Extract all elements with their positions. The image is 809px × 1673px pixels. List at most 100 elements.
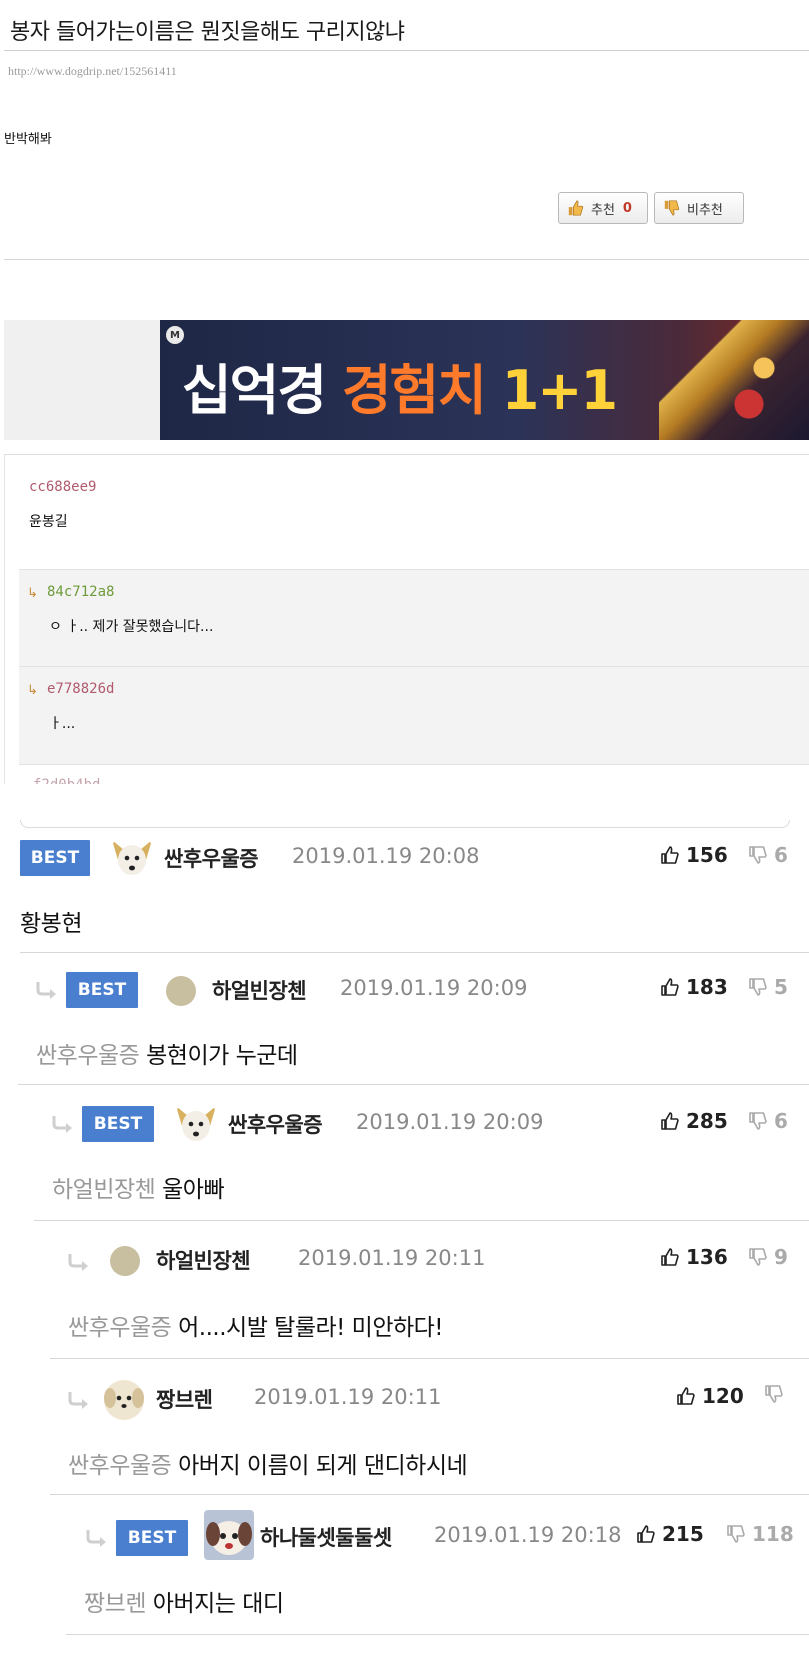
comment-author[interactable]: e778826d [47,681,114,697]
comment-author[interactable]: 84c712a8 [47,584,114,600]
ad-banner[interactable]: M 십억경 경험치 1+1 [160,320,809,440]
comment-nickname[interactable]: 하얼빈장첸 [156,1245,251,1275]
like-count: 156 [686,843,728,867]
best-badge: BEST [20,840,90,876]
comment-nickname[interactable]: 하얼빈장첸 [212,975,307,1005]
like-button[interactable]: 285 [660,1109,728,1133]
like-count: 215 [662,1522,704,1546]
thumbs-down-icon [749,978,767,996]
comment-text: 윤봉길 [29,514,68,530]
dislike-count: 5 [774,975,788,999]
reply-arrow-icon: ↳ [27,683,38,698]
dislike-count: 118 [752,1522,794,1546]
reply-arrow-icon [52,1116,72,1133]
comment-mention[interactable]: 싼후우울증 [68,1315,172,1341]
thumbs-down-icon [749,1248,767,1266]
comment-text: 아버지는 대디 [152,1591,284,1617]
banner-word-3: 1+1 [501,359,618,422]
thumbs-down-icon [727,1525,745,1543]
comment-text: ㅏ... [49,716,76,732]
like-button[interactable]: 215 [636,1522,704,1546]
thumbs-up-icon [661,846,679,864]
like-button[interactable]: 136 [660,1245,728,1269]
reply-arrow-icon [36,982,56,999]
comment-nickname[interactable]: 싼후우울증 [228,1109,323,1139]
comment-date: 2019.01.19 20:11 [298,1246,486,1270]
dislike-button[interactable]: 118 [726,1522,794,1546]
dog-avatar-icon [176,1106,216,1141]
dislike-count: 6 [774,843,788,867]
comment-body: 황봉현 [20,904,82,938]
thumbs-down-icon [765,1385,783,1403]
recommend-label: 추천 [591,202,615,218]
dislike-button[interactable]: 5 [748,975,788,999]
reply-arrow-icon: ↳ [27,586,38,601]
thumbs-up-icon [661,978,679,996]
comment-body: 싼후우울증 아버지 이름이 되게 댄디하시네 [68,1446,468,1480]
old-comment-list-bottom [20,820,790,828]
like-count: 183 [686,975,728,999]
post-url-link[interactable]: http://www.dogdrip.net/152561411 [8,64,177,79]
comment-text: 어....시발 탈룰라! 미안하다! [178,1315,444,1341]
thumbs-down-icon [664,200,680,216]
like-button[interactable]: 120 [676,1384,744,1408]
comment-mention[interactable]: 싼후우울증 [36,1043,140,1069]
comment-date: 2019.01.19 20:11 [254,1385,442,1409]
not-recommend-label: 비추천 [687,202,723,218]
dislike-button[interactable]: 6 [748,1109,788,1133]
comment-text: 울아빠 [162,1177,225,1203]
comment-body: 짱브렌 아버지는 대디 [84,1584,284,1618]
comment-body: 하얼빈장첸 울아빠 [52,1170,225,1204]
comment-nickname[interactable]: 하나둘셋둘둘셋 [260,1522,392,1552]
reply-arrow-icon [86,1530,106,1547]
divider [4,50,809,51]
comment-author-cut: f2d0b4bd [33,777,100,784]
thumbs-up-icon [661,1112,679,1130]
comment-text: 아버지 이름이 되게 댄디하시네 [178,1453,468,1479]
dislike-button[interactable]: 9 [748,1245,788,1269]
like-count: 120 [702,1384,744,1408]
divider [4,259,809,260]
divider [50,1358,809,1359]
dislike-count: 9 [774,1245,788,1269]
like-count: 285 [686,1109,728,1133]
reply-comment: ↳ e778826d ㅏ... [19,667,809,765]
like-button[interactable]: 156 [660,843,728,867]
comment-mention[interactable]: 짱브렌 [84,1591,146,1617]
puppy-avatar-icon [104,1380,144,1420]
post-title: 봉자 들어가는이름은 뭔짓을해도 구리지않냐 [10,20,405,45]
default-avatar-icon [110,1246,140,1276]
post-body: 반박해봐 [4,132,52,147]
divider [34,1220,809,1221]
recommend-button[interactable]: 추천 0 [558,192,648,224]
like-button[interactable]: 183 [660,975,728,999]
banner-word-2: 경험치 [341,359,487,422]
thumbs-up-icon [677,1387,695,1405]
reply-arrow-icon [68,1392,88,1409]
banner-word-1: 십억경 [182,359,327,422]
reply-arrow-icon [68,1254,88,1271]
dislike-count: 6 [774,1109,788,1133]
dislike-button[interactable]: 6 [748,843,788,867]
comment-date: 2019.01.19 20:09 [340,976,528,1000]
thumbs-up-icon [637,1525,655,1543]
comment-author[interactable]: cc688ee9 [29,479,96,495]
comment-date: 2019.01.19 20:08 [292,844,480,868]
comment-body: 싼후우울증 어....시발 탈룰라! 미안하다! [68,1308,444,1342]
dog-avatar-icon [112,840,152,875]
reply-comment: ↳ 84c712a8 ㅇ ㅏ.. 제가 잘못했습니다... [19,569,809,667]
comment-mention[interactable]: 하얼빈장첸 [52,1177,156,1203]
dislike-button[interactable] [764,1384,790,1404]
best-badge: BEST [66,972,138,1008]
comment-body: 싼후우울증 봉현이가 누군데 [36,1036,298,1070]
best-badge: BEST [82,1106,154,1142]
comment-nickname[interactable]: 싼후우울증 [164,843,259,873]
banner-badge: M [166,326,184,344]
not-recommend-button[interactable]: 비추천 [654,192,744,224]
comment-nickname[interactable]: 짱브렌 [156,1384,213,1414]
comment-date: 2019.01.19 20:09 [356,1110,544,1134]
comment-date: 2019.01.19 20:18 [434,1523,622,1547]
comment-mention[interactable]: 싼후우울증 [68,1453,172,1479]
comment-text: ㅇ ㅏ.. 제가 잘못했습니다... [49,619,214,635]
comment-text: 황봉현 [20,911,82,937]
